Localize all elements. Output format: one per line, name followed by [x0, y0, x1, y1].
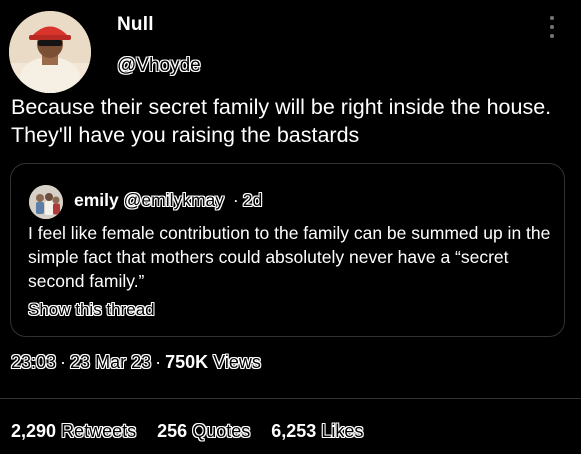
meta-separator-1: · [60, 352, 67, 372]
tweet-text: Because their secret family will be righ… [11, 95, 552, 147]
author-avatar[interactable] [9, 11, 91, 93]
show-thread-link[interactable]: Show this thread [28, 300, 155, 320]
tweet-time[interactable]: 23:03 [11, 352, 56, 372]
more-vertical-icon[interactable] [542, 13, 562, 41]
tweet-meta: 23:03 · 23 Mar 23 · 750K Views [11, 352, 261, 373]
quote-author-name[interactable]: emily [74, 190, 119, 210]
likes-stat[interactable]: 6,253 Likes [271, 421, 363, 441]
views-label[interactable]: Views [213, 352, 261, 372]
avatar-small-group-icon [29, 185, 63, 219]
quote-separator: · [232, 190, 239, 210]
quote-header: emily @emilykmay · 2d [74, 190, 262, 211]
retweets-count: 2,290 [11, 421, 57, 441]
quote-author-handle[interactable]: @emilykmay [124, 190, 224, 210]
quotes-count: 256 [157, 421, 188, 441]
quotes-label: Quotes [192, 421, 251, 441]
tweet-date[interactable]: 23 Mar 23 [70, 352, 151, 372]
engagement-stats: 2,290 Retweets 256 Quotes 6,253 Likes [11, 421, 379, 442]
author-handle[interactable]: @Vhoyde [117, 55, 202, 77]
quoted-tweet-card[interactable]: emily @emilykmay · 2d I feel like female … [10, 163, 565, 337]
divider [0, 398, 581, 399]
views-count: 750K [165, 352, 209, 372]
quote-text: I feel like female contribution to the f… [28, 223, 551, 291]
author-name[interactable]: Null [117, 14, 154, 36]
likes-label: Likes [321, 421, 364, 441]
likes-count: 6,253 [271, 421, 317, 441]
avatar-person-red-cap-icon [9, 11, 91, 93]
meta-separator-2: · [155, 352, 162, 372]
retweets-label: Retweets [61, 421, 137, 441]
quote-time[interactable]: 2d [243, 190, 262, 210]
retweets-stat[interactable]: 2,290 Retweets [11, 421, 141, 441]
quotes-stat[interactable]: 256 Quotes [157, 421, 255, 441]
quote-avatar[interactable] [29, 185, 63, 219]
